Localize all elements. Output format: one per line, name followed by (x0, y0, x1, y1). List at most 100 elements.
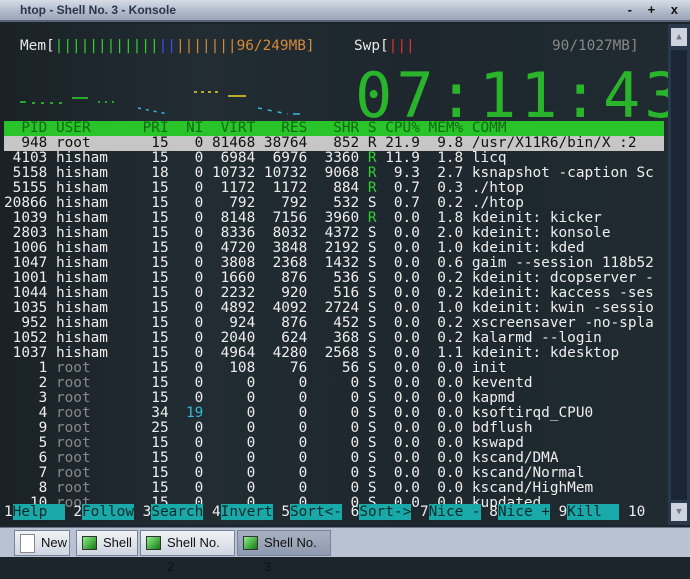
cell: 2040 (211, 330, 264, 346)
cell: 3808 (211, 255, 264, 271)
fkey-0-button[interactable]: Help (12, 504, 65, 520)
process-row[interactable]: 952 hisham 15 0 924 876 452 S 0.0 0.2 xs… (4, 316, 654, 331)
window-controls[interactable]: - + x (628, 2, 684, 17)
fkey-2-button[interactable]: Search (151, 504, 204, 520)
process-row[interactable]: 1039 hisham 15 0 8148 7156 3960 R 0.0 1.… (4, 211, 602, 226)
cell: 15 (142, 285, 178, 301)
cell: 792 (211, 195, 264, 211)
column-header[interactable]: PID USER PRI NI VIRT RES SHR S CPU% MEM%… (4, 121, 664, 136)
cell: kdeinit: konsole (471, 225, 611, 241)
cell: 532 (315, 195, 368, 211)
process-row[interactable]: 1006 hisham 15 0 4720 3848 2192 S 0.0 1.… (4, 241, 585, 256)
cell: 948 (4, 135, 56, 151)
cell: 0.0 (385, 480, 429, 496)
fkey-4-button[interactable]: Sort<- (289, 504, 342, 520)
cell: 0.2 (428, 330, 472, 346)
fkey-7-button[interactable]: Nice + (497, 504, 550, 520)
cell: 0 (177, 225, 212, 241)
cell: 0 (177, 345, 212, 361)
cell: 0 (177, 330, 212, 346)
process-row[interactable]: 1052 hisham 15 0 2040 624 368 S 0.0 0.2 … (4, 331, 602, 346)
cell: 0 (263, 420, 316, 436)
cell: kdeinit: kicker (471, 210, 602, 226)
cell: 0 (211, 435, 264, 451)
process-row[interactable]: 9 root 25 0 0 0 0 S 0.0 0.0 bdflush (4, 421, 533, 436)
cell: 0.0 (385, 225, 429, 241)
tab-shell-3[interactable]: Shell No. 3 (237, 530, 331, 574)
process-row[interactable]: 4 root 34 19 0 0 0 S 0.0 0.0 ksoftirqd_C… (4, 406, 594, 421)
process-row[interactable]: 948 root 15 0 81468 38764 852 R 21.9 9.8… (4, 136, 664, 151)
process-row[interactable]: 2 root 15 0 0 0 0 S 0.0 0.0 keventd (4, 376, 533, 391)
process-row[interactable]: 1 root 15 0 108 76 56 S 0.0 0.0 init (4, 361, 507, 376)
fkey-8-button[interactable]: Kill (567, 504, 620, 520)
process-row[interactable]: 1044 hisham 15 0 2232 920 516 S 0.0 0.2 … (4, 286, 654, 301)
cell: 9.8 (428, 135, 472, 151)
cell: 876 (263, 315, 316, 331)
cell: 0 (315, 420, 368, 436)
cell: 0.0 (428, 375, 472, 391)
cell: 15 (142, 210, 178, 226)
cell: 536 (315, 270, 368, 286)
new-tab-button[interactable]: New (14, 530, 70, 556)
process-row[interactable]: 3 root 15 0 0 0 0 S 0.0 0.0 kapmd (4, 390, 516, 406)
fkey-6-button[interactable]: Nice - (428, 504, 481, 520)
cell: S (367, 330, 386, 346)
cell: /usr/X11R6/bin/X :2 (471, 135, 637, 151)
cell: 15 (142, 150, 178, 166)
process-row[interactable]: 2803 hisham 15 0 8336 8032 4372 S 0.0 2.… (4, 226, 611, 241)
process-row[interactable]: 4103 hisham 15 0 6984 6976 3360 R 11.9 1… (4, 151, 507, 166)
terminal[interactable]: Mem[|||||||||||||||||||||96/249MB] Swp[|… (0, 24, 668, 525)
cell: 1039 (4, 210, 56, 226)
tab-shell[interactable]: Shell (76, 530, 138, 556)
process-row[interactable]: 1001 hisham 15 0 1660 876 536 S 0.0 0.2 … (4, 271, 654, 286)
scroll-up-icon[interactable]: ▲ (671, 28, 687, 46)
process-row[interactable]: 1037 hisham 15 0 4964 4280 2568 S 0.0 1.… (4, 345, 620, 361)
cell: S (367, 300, 386, 316)
fkey-1-button[interactable]: Follow (82, 504, 134, 520)
cell: 1172 (263, 180, 316, 196)
cell: hisham (55, 195, 143, 211)
cell: 452 (315, 315, 368, 331)
cell: root (55, 420, 143, 436)
cell: 2724 (315, 300, 368, 316)
tab-shell-2[interactable]: Shell No. 2 (140, 530, 235, 574)
process-row[interactable]: 5158 hisham 18 0 10732 10732 9068 R 9.3 … (4, 166, 654, 181)
process-row[interactable]: 5 root 15 0 0 0 0 S 0.0 0.0 kswapd (4, 436, 524, 451)
cell: 0.0 (428, 360, 472, 376)
cell: 0 (177, 135, 212, 151)
cell: hisham (55, 285, 143, 301)
process-row[interactable]: 8 root 15 0 0 0 0 S 0.0 0.0 kscand/HighM… (4, 480, 594, 496)
cell: S (367, 450, 386, 466)
cell: 4964 (211, 345, 264, 361)
cell: 6976 (263, 150, 316, 166)
cell: hisham (55, 270, 143, 286)
mem-meter: Mem[|||||||||||||||||||||96/249MB] (20, 38, 315, 54)
process-row[interactable]: 1047 hisham 15 0 3808 2368 1432 S 0.0 0.… (4, 256, 654, 271)
cell: 0.7 (385, 195, 429, 211)
cell: 15 (142, 375, 178, 391)
scroll-down-icon[interactable]: ▼ (671, 503, 687, 521)
cell: S (367, 345, 386, 361)
cell: 0 (211, 390, 264, 406)
process-row[interactable]: 5155 hisham 15 0 1172 1172 884 R 0.7 0.3… (4, 181, 524, 196)
cell: 0.3 (428, 180, 472, 196)
process-row[interactable]: 6 root 15 0 0 0 0 S 0.0 0.0 kscand/DMA (4, 451, 559, 466)
process-row[interactable]: 7 root 15 0 0 0 0 S 0.0 0.0 kscand/Norma… (4, 466, 585, 481)
scrollbar[interactable]: ▲ ▼ (668, 24, 690, 525)
cell: 0.0 (385, 330, 429, 346)
process-row[interactable]: 1035 hisham 15 0 4892 4092 2724 S 0.0 1.… (4, 301, 654, 316)
fkey-3-button[interactable]: Invert (220, 504, 273, 520)
tab-label: Shell No. 3 (264, 535, 317, 574)
scroll-track[interactable] (671, 50, 687, 500)
fkey-5-button[interactable]: Sort-> (359, 504, 412, 520)
cell: 952 (4, 315, 56, 331)
cell: 2368 (263, 255, 316, 271)
process-row[interactable]: 20866 hisham 15 0 792 792 532 S 0.7 0.2 … (4, 196, 524, 211)
cell: 0.0 (385, 345, 429, 361)
cell: hisham (55, 210, 143, 226)
cell: 0.0 (385, 420, 429, 436)
cell: 0 (177, 315, 212, 331)
cell: ./htop (471, 195, 524, 211)
cell: 15 (142, 270, 178, 286)
cell: 81468 (211, 135, 264, 151)
